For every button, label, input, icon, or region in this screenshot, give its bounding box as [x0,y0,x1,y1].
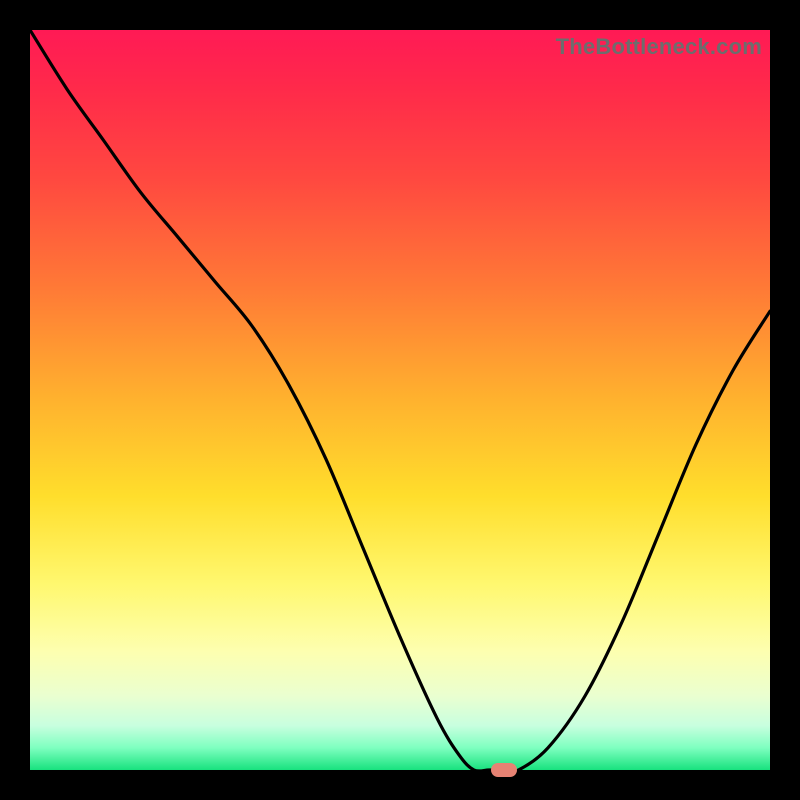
curve-path [30,30,770,770]
bottleneck-curve [30,30,770,770]
plot-area: TheBottleneck.com [30,30,770,770]
chart-frame: TheBottleneck.com [0,0,800,800]
optimal-point-marker [491,763,517,777]
